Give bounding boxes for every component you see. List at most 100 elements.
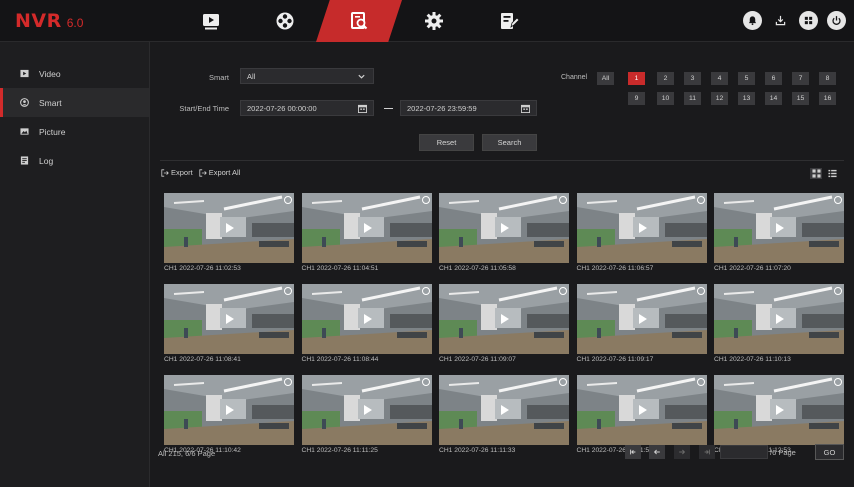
snapshot-thumbnail[interactable]: [439, 284, 569, 354]
sidebar-item-smart[interactable]: Smart: [0, 88, 149, 117]
first-page-icon: [630, 449, 636, 455]
grid-icon[interactable]: [799, 11, 818, 30]
snapshot-thumbnail[interactable]: [714, 375, 844, 445]
channel-button-16[interactable]: 16: [819, 92, 836, 105]
download-icon[interactable]: [771, 11, 790, 30]
result-item[interactable]: CH1 2022-07-26 11:11:33: [439, 375, 569, 457]
snapshot-thumbnail[interactable]: [164, 193, 294, 263]
export-all-button[interactable]: Export All: [199, 168, 240, 177]
go-button[interactable]: GO: [815, 444, 844, 460]
page-number-input[interactable]: [720, 445, 768, 459]
calendar-icon[interactable]: [358, 104, 367, 113]
sidebar-item-label: Picture: [39, 126, 66, 137]
result-item[interactable]: CH1 2022-07-26 11:02:53: [164, 193, 294, 275]
log-icon: [20, 156, 29, 165]
snapshot-thumbnail[interactable]: [576, 375, 707, 445]
snapshot-thumbnail[interactable]: [576, 193, 707, 263]
snapshot-caption: CH1 2022-07-26 11:11:33: [439, 447, 516, 454]
alarm-icon[interactable]: [743, 11, 762, 30]
video-icon: [20, 69, 29, 78]
smart-icon: [20, 98, 29, 107]
snapshot-thumbnail[interactable]: [301, 284, 432, 354]
start-time-value: 2022-07-26 00:00:00: [247, 103, 317, 113]
end-time-field[interactable]: 2022-07-26 23:59:59: [400, 100, 537, 116]
channel-button-4[interactable]: 4: [711, 72, 728, 85]
result-item[interactable]: CH1 2022-07-26 11:08:44: [301, 284, 432, 366]
channel-button-7[interactable]: 7: [792, 72, 809, 85]
chevron-down-icon: [358, 74, 365, 79]
power-icon[interactable]: [827, 11, 846, 30]
result-item[interactable]: CH1 2022-07-26 11:10:13: [714, 284, 844, 366]
channel-button-2[interactable]: 2: [657, 72, 674, 85]
settings-tab[interactable]: [394, 0, 474, 42]
result-item[interactable]: CH1 2022-07-26 11:09:07: [439, 284, 569, 366]
sidebar-item-video[interactable]: Video: [0, 59, 149, 88]
snapshot-caption: CH1 2022-07-26 11:11:25: [301, 447, 378, 454]
channel-all-button[interactable]: All: [597, 72, 614, 85]
channel-button-5[interactable]: 5: [738, 72, 755, 85]
result-item[interactable]: CH1 2022-07-26 11:11:25: [301, 375, 432, 457]
channel-button-15[interactable]: 15: [792, 92, 809, 105]
channel-tab[interactable]: [245, 0, 325, 42]
snapshot-thumbnail[interactable]: [301, 193, 432, 263]
result-item[interactable]: CH1 2022-07-26 11:06:57: [576, 193, 707, 275]
result-item[interactable]: CH1 2022-07-26 11:10:42: [164, 375, 294, 457]
start-time-field[interactable]: 2022-07-26 00:00:00: [240, 100, 374, 116]
search-button[interactable]: Search: [482, 134, 537, 151]
channel-button-14[interactable]: 14: [765, 92, 782, 105]
playback-tab[interactable]: [171, 0, 251, 42]
snapshot-thumbnail[interactable]: [164, 375, 294, 445]
grid-view-icon: [811, 169, 821, 178]
snapshot-thumbnail[interactable]: [714, 193, 844, 263]
reset-button[interactable]: Reset: [419, 134, 474, 151]
snapshot-thumbnail[interactable]: [439, 193, 569, 263]
snapshot-thumbnail[interactable]: [576, 284, 707, 354]
result-item[interactable]: CH1 2022-07-26 11:08:41: [164, 284, 294, 366]
channel-button-10[interactable]: 10: [657, 92, 674, 105]
next-page-button[interactable]: [674, 445, 690, 459]
arrow-left-icon: [653, 449, 660, 455]
export-icon: [199, 168, 207, 177]
result-item[interactable]: CH1 2022-07-26 11:04:51: [301, 193, 432, 275]
sidebar-item-log[interactable]: Log: [0, 146, 149, 175]
result-item[interactable]: CH1 2022-07-26 11:09:17: [576, 284, 707, 366]
snapshot-thumbnail[interactable]: [301, 375, 432, 445]
list-view-button[interactable]: [826, 168, 838, 179]
snapshot-caption: CH1 2022-07-26 11:06:57: [576, 265, 654, 272]
channel-button-9[interactable]: 9: [628, 92, 645, 105]
sidebar-item-picture[interactable]: Picture: [0, 117, 149, 146]
last-page-button[interactable]: [699, 445, 715, 459]
system-icons: [743, 11, 846, 30]
prev-page-button[interactable]: [649, 445, 665, 459]
channel-button-8[interactable]: 8: [819, 72, 836, 85]
smart-select-value: All: [247, 71, 256, 81]
snapshot-thumbnail[interactable]: [714, 284, 844, 354]
results-grid: CH1 2022-07-26 11:02:53 CH1 2022-07-26 1…: [164, 193, 844, 458]
search-tab[interactable]: [319, 0, 399, 42]
result-item[interactable]: CH1 2022-07-26 11:07:20: [714, 193, 844, 275]
play-icon: [203, 14, 219, 30]
snapshot-thumbnail[interactable]: [164, 284, 294, 354]
channel-button-12[interactable]: 12: [711, 92, 728, 105]
channel-button-1[interactable]: 1: [628, 72, 645, 85]
grid-view-button[interactable]: [810, 168, 822, 179]
channel-button-11[interactable]: 11: [684, 92, 701, 105]
channel-button-6[interactable]: 6: [765, 72, 782, 85]
channel-button-13[interactable]: 13: [738, 92, 755, 105]
snapshot-thumbnail[interactable]: [439, 375, 569, 445]
end-time-value: 2022-07-26 23:59:59: [407, 103, 477, 113]
snapshot-caption: CH1 2022-07-26 11:07:20: [714, 265, 791, 272]
range-separator: [384, 108, 393, 109]
first-page-button[interactable]: [625, 445, 641, 459]
snapshot-caption: CH1 2022-07-26 11:09:17: [576, 356, 654, 363]
calendar-icon[interactable]: [521, 104, 530, 113]
sidebar-item-label: Smart: [39, 97, 62, 108]
snapshot-caption: CH1 2022-07-26 11:08:44: [301, 356, 379, 363]
sidebar-item-label: Video: [39, 68, 61, 79]
result-item[interactable]: CH1 2022-07-26 11:05:58: [439, 193, 569, 275]
maintenance-tab[interactable]: [469, 0, 549, 42]
export-toolbar: Export Export All: [161, 168, 240, 177]
export-button[interactable]: Export: [161, 168, 193, 177]
smart-select[interactable]: All: [240, 68, 374, 84]
channel-button-3[interactable]: 3: [684, 72, 701, 85]
